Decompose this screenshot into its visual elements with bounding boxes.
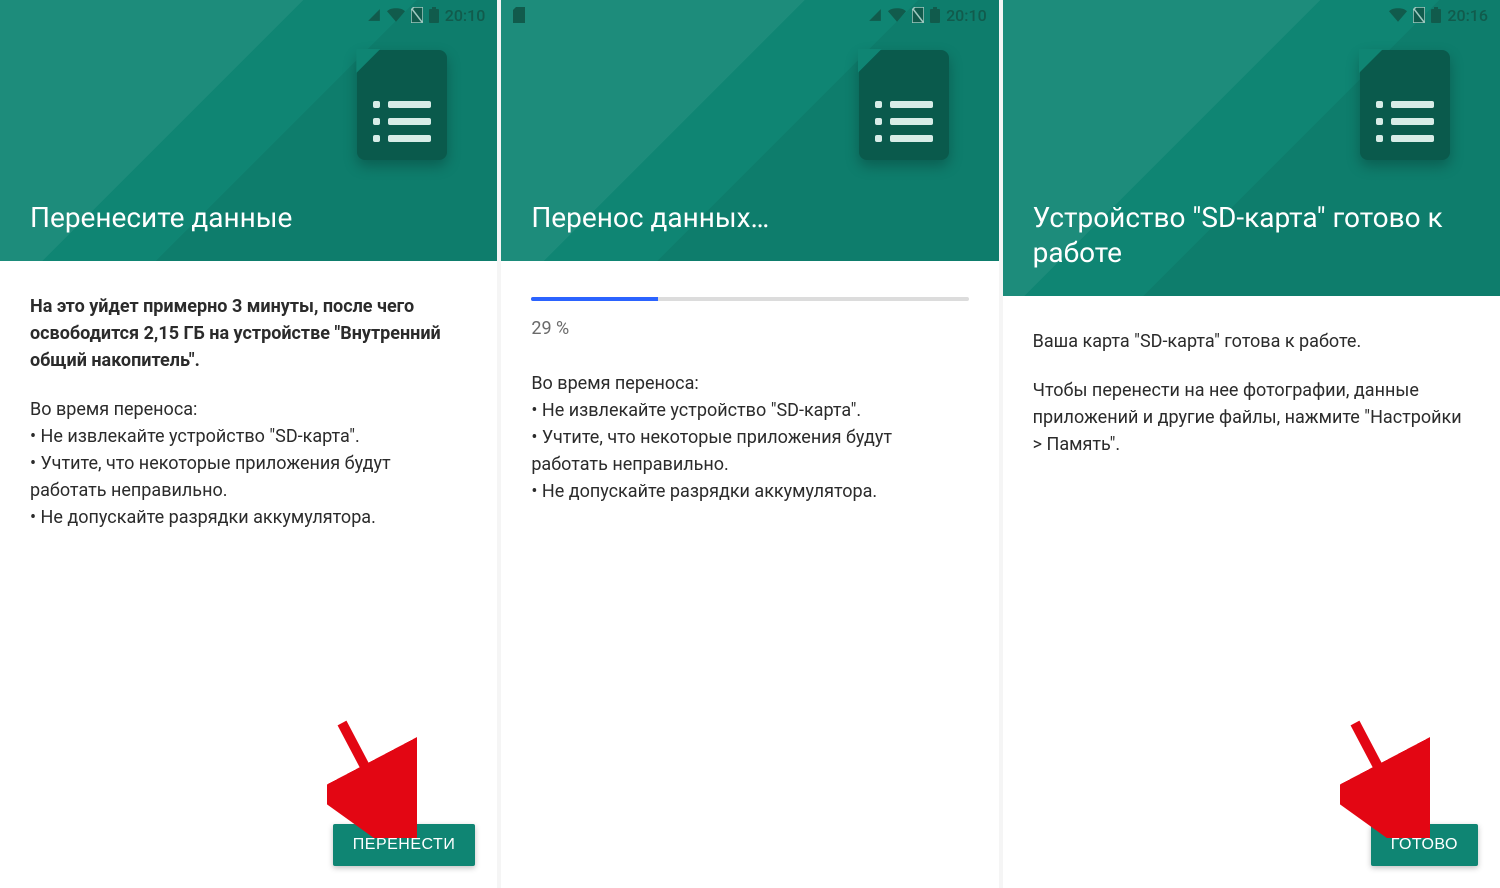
status-bar: 20:10 [0,0,497,30]
page-title: Устройство "SD-карта" готово к работе [1003,180,1500,296]
progress-fill [531,297,658,301]
battery-icon [1431,7,1441,23]
header: Перенесите данные [0,0,497,261]
battery-icon [930,7,940,23]
wifi-icon [1389,8,1407,22]
status-time: 20:16 [1447,6,1488,25]
signal-icon [367,8,381,22]
screen-transfer-prompt: 20:10 Перенесите данные На это уйдет при… [0,0,497,888]
progress-label: 29 % [531,315,968,342]
sd-card-icon [859,50,949,160]
status-time: 20:10 [946,6,987,25]
paragraph: Ваша карта "SD-карта" готова к работе. [1033,328,1470,355]
battery-icon [429,7,439,23]
bullet: • Не допускайте разрядки аккумулятора. [30,504,467,531]
sd-card-icon [357,50,447,160]
header: Перенос данных… [501,0,998,261]
status-time: 20:10 [445,6,486,25]
progress-bar [531,297,968,301]
paragraph: Чтобы перенести на нее фотографии, данны… [1033,377,1470,458]
subhead: Во время переноса: [30,396,467,423]
nosim-icon [411,7,423,23]
sd-card-icon [1360,50,1450,160]
page-title: Перенос данных… [501,180,998,261]
nosim-icon [912,7,924,23]
page-title: Перенесите данные [0,180,497,261]
bullet: • Учтите, что некоторые приложения будут… [531,424,968,478]
screen-transfer-done: 20:16 Устройство "SD-карта" готово к раб… [1003,0,1500,888]
status-bar: 20:10 [501,0,998,30]
subhead: Во время переноса: [531,370,968,397]
transfer-button[interactable]: ПЕРЕНЕСТИ [333,824,476,866]
content: Ваша карта "SD-карта" готова к работе. Ч… [1003,296,1500,824]
bullet: • Учтите, что некоторые приложения будут… [30,450,467,504]
bullet: • Не допускайте разрядки аккумулятора. [531,478,968,505]
status-bar: 20:16 [1003,0,1500,30]
lead-text: На это уйдет примерно 3 минуты, после че… [30,293,467,374]
header: Устройство "SD-карта" готово к работе [1003,0,1500,296]
done-button[interactable]: ГОТОВО [1371,824,1478,866]
signal-icon [868,8,882,22]
sd-small-icon [513,7,525,23]
content: 29 % Во время переноса: • Не извлекайте … [501,261,998,888]
wifi-icon [888,8,906,22]
content: На это уйдет примерно 3 минуты, после че… [0,261,497,824]
bullet: • Не извлекайте устройство "SD-карта". [30,423,467,450]
bullet: • Не извлекайте устройство "SD-карта". [531,397,968,424]
wifi-icon [387,8,405,22]
nosim-icon [1413,7,1425,23]
screen-transfer-progress: 20:10 Перенос данных… 29 % Во время пере… [501,0,998,888]
